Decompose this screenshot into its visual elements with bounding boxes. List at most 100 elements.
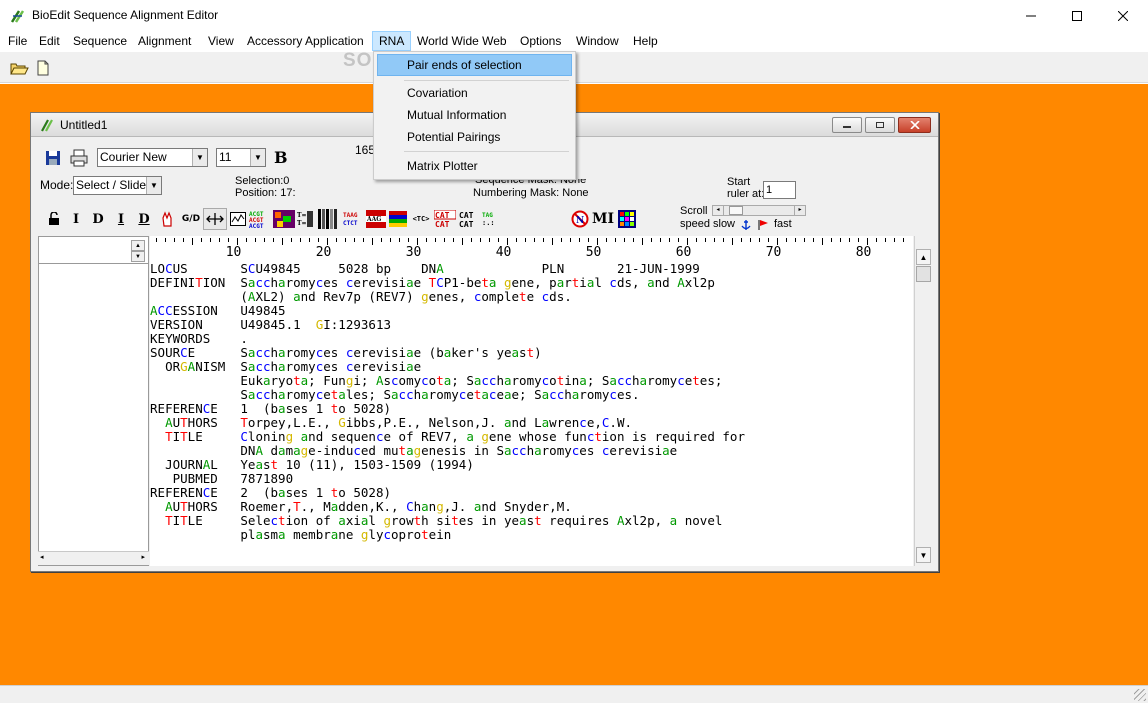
delete-gap-icon[interactable]: D [135,208,153,230]
bold-toggle[interactable]: B [274,148,288,167]
sequence-line[interactable]: TITLE Cloning and sequence of REV7, a ge… [150,430,745,444]
sequence-line[interactable]: Eukaryota; Fungi; Ascomycota; Saccharomy… [150,374,745,388]
ruler-tick [758,238,760,242]
lock-icon[interactable] [46,208,62,230]
slider-thumb[interactable] [729,206,743,215]
name-pane-hscrollbar[interactable]: ◂ ▸ [38,551,149,565]
minimize-button[interactable] [1008,0,1054,31]
name-scroll-up-icon[interactable]: ▲ [131,240,145,251]
split-icon[interactable] [203,208,227,230]
color-bars-icon[interactable] [388,208,408,230]
menu-help[interactable]: Help [627,31,664,51]
scroll-speed-slider[interactable]: ◂ ▸ [712,205,806,216]
font-size-select[interactable]: 11 ▼ [216,148,266,167]
scroll-right-arrow-icon[interactable]: ▸ [141,553,145,561]
menu-world-wide-web[interactable]: World Wide Web [411,31,513,51]
no-entry-icon[interactable]: N [570,208,590,230]
sequence-line[interactable]: REFERENCE 1 (bases 1 to 5028) [150,402,745,416]
sequence-line[interactable]: AUTHORS Torpey,L.E., Gibbs,P.E., Nelson,… [150,416,745,430]
insert-mode-icon[interactable]: I [67,208,85,230]
slider-left-arrow-icon[interactable]: ◂ [713,206,724,215]
open-folder-icon[interactable] [9,58,29,78]
sequence-name-pane[interactable]: ▲ ▼ [38,236,149,566]
save-icon[interactable] [43,148,63,168]
document-restore-button[interactable] [865,117,895,133]
sequence-line[interactable]: Saccharomycetales; Saccharomycetaceae; S… [150,388,745,402]
scroll-left-arrow-icon[interactable]: ◂ [40,553,44,561]
menu-item-mutual-information[interactable]: Mutual Information [377,104,572,126]
menu-view[interactable]: View [202,31,240,51]
close-button[interactable] [1100,0,1146,31]
menu-edit[interactable]: Edit [33,31,66,51]
sequence-vscrollbar[interactable]: ▲ ▼ [914,236,931,566]
shade-mode-icon-2[interactable] [273,208,295,230]
sequence-text[interactable]: LOCUS SCU49845 5028 bp DNA PLN 21-JUN-19… [150,262,745,542]
sequence-line[interactable]: plasma membrane glycoprotein [150,528,745,542]
sequence-line[interactable]: SOURCE Saccharomyces cerevisiae (baker's… [150,346,745,360]
menu-options[interactable]: Options [514,31,567,51]
sequence-line[interactable]: JOURNAL Yeast 10 (11), 1503-1509 (1994) [150,458,745,472]
menu-item-covariation[interactable]: Covariation [377,82,572,104]
sequence-line[interactable]: DNA damage-induced mutagenesis in Saccha… [150,444,745,458]
ruler-tick [452,238,454,242]
menu-sequence[interactable]: Sequence [67,31,133,51]
menu-item-matrix-plotter[interactable]: Matrix Plotter [377,155,572,177]
maximize-button[interactable] [1054,0,1100,31]
sequence-line[interactable]: LOCUS SCU49845 5028 bp DNA PLN 21-JUN-19… [150,262,745,276]
slider-right-arrow-icon[interactable]: ▸ [794,206,805,215]
svg-text:CAT: CAT [435,211,450,220]
sequence-line[interactable]: KEYWORDS . [150,332,745,346]
menu-alignment[interactable]: Alignment [132,31,197,51]
graph-icon[interactable] [229,208,247,230]
sequence-line[interactable]: ACCESSION U49845 [150,304,745,318]
mode-select[interactable]: Select / Slide ▼ [73,176,162,195]
cat-plain-icon[interactable]: CAT CAT [458,208,480,230]
sequence-line[interactable]: ORGANISM Saccharomyces cerevisiae [150,360,745,374]
cat-bold-icon[interactable]: CAT CAT [434,208,456,230]
insert-gap-icon[interactable]: I [112,208,130,230]
new-file-icon[interactable] [33,58,53,78]
sequence-line[interactable]: AUTHORS Roemer,T., Madden,K., Chang,J. a… [150,500,745,514]
shade-mode-icon-5[interactable]: AAG [365,208,387,230]
gc-content-icon[interactable]: G/D [180,208,202,230]
sequence-line[interactable]: REFERENCE 2 (bases 1 to 5028) [150,486,745,500]
print-icon[interactable] [69,148,89,168]
matrix-grid-icon[interactable] [617,208,637,230]
shade-mode-icon-3[interactable]: T= T= [296,208,316,230]
ruler-start-input[interactable]: 1 [763,181,796,199]
shade-mode-icon-4[interactable]: TAAG CTCT [343,208,363,230]
ruler-tick [533,238,535,242]
menu-rna[interactable]: RNA [372,31,412,51]
delete-mode-icon[interactable]: D [89,208,107,230]
scroll-up-arrow-icon[interactable]: ▲ [916,249,931,265]
resize-grip-icon[interactable] [1134,689,1146,701]
mutual-information-button[interactable]: MI [592,208,614,230]
sequence-line[interactable]: DEFINITION Saccharomyces cerevisiae TCP1… [150,276,745,290]
menu-window[interactable]: Window [570,31,625,51]
document-close-button[interactable] [898,117,931,133]
sequence-line[interactable]: PUBMED 7871890 [150,472,745,486]
translate-icon[interactable]: <TC> [410,208,432,230]
dots-icon[interactable]: TAG:.: [481,208,503,230]
sequence-line[interactable]: (AXL2) and Rev7p (REV7) genes, complete … [150,290,745,304]
ruler-tick [281,238,283,245]
scroll-down-arrow-icon[interactable]: ▼ [916,547,931,563]
menu-accessory-application[interactable]: Accessory Application [241,31,370,51]
menu-item-pair-ends-of-selection[interactable]: Pair ends of selection [377,54,572,76]
ruler-tick [614,238,616,242]
sequence-line[interactable]: TITLE Selection of axial growth sites in… [150,514,745,528]
shade-mode-icon-1[interactable]: ACGT ACGT ACGT [249,208,271,230]
menu-file[interactable]: File [2,31,33,51]
sequence-line[interactable]: VERSION U49845.1 GI:1293613 [150,318,745,332]
vscroll-thumb[interactable] [916,266,931,282]
ruler-tick [749,238,751,242]
document-minimize-button[interactable] [832,117,862,133]
name-scroll-down-icon[interactable]: ▼ [131,251,145,262]
hand-icon[interactable] [158,208,176,230]
svg-text:AAG: AAG [366,216,381,223]
grayscale-icon[interactable] [317,208,339,230]
font-name-select[interactable]: Courier New ▼ [97,148,208,167]
menu-item-potential-pairings[interactable]: Potential Pairings [377,126,572,148]
sequence-editor-pane[interactable]: 10 20 30 40 50 60 70 80 LOCUS SCU49845 5028 bp … [150,236,913,566]
ruler-tick [848,238,850,242]
